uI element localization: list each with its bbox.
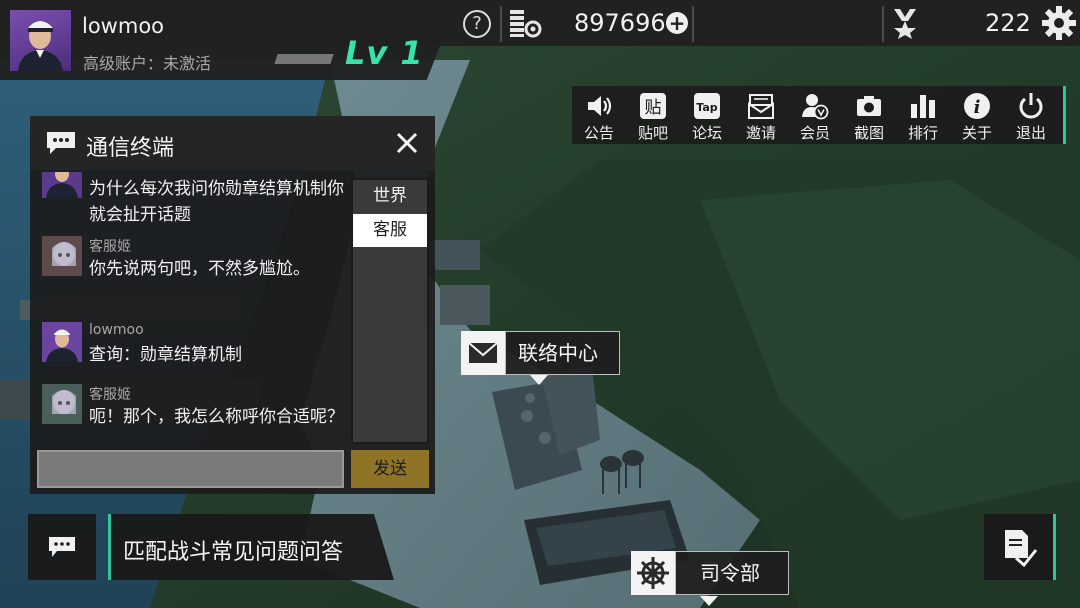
coins-value: 897696	[574, 9, 666, 37]
menu-item-label: 退出	[1015, 124, 1046, 142]
info-glyph: i	[974, 97, 981, 118]
map-pin-pointer	[700, 596, 718, 606]
map-pin-pointer	[530, 375, 548, 385]
chat-bubble-icon	[49, 537, 75, 557]
menu-about[interactable]: i 关于	[950, 86, 1004, 144]
message-sender: 客服姬	[89, 387, 131, 403]
menu-invite[interactable]: 邀请	[734, 86, 788, 144]
chat-toggle-button[interactable]	[28, 514, 96, 580]
menu-item-label: 论坛	[691, 124, 722, 142]
medal-icon	[894, 9, 916, 39]
contact-center-label[interactable]: 联络中心	[505, 331, 620, 375]
settings-gear-icon[interactable]	[1042, 6, 1076, 40]
power-icon	[1019, 93, 1043, 119]
help-icon[interactable]: ?	[463, 10, 491, 38]
message-sender: lowmoo	[89, 322, 144, 338]
speaker-icon	[588, 96, 612, 116]
message-avatar	[42, 172, 82, 198]
chat-message: 为什么每次我问你勋章结算机制你就会扯开话题	[42, 172, 348, 225]
tieba-icon: 贴	[640, 93, 666, 119]
menu-screenshot[interactable]: 截图	[842, 86, 896, 144]
headquarters-label[interactable]: 司令部	[675, 551, 789, 595]
add-coins-icon[interactable]: +	[666, 12, 688, 34]
envelope-icon	[468, 342, 498, 363]
tap-icon: Tap	[694, 93, 720, 119]
message-text: 呃！那个，我怎么称呼你合适呢？	[89, 407, 344, 427]
chat-message: 客服姬 呃！那个，我怎么称呼你合适呢？	[42, 384, 348, 442]
camera-icon	[857, 96, 881, 116]
menu-item-label: 截图	[853, 124, 884, 142]
message-avatar	[42, 236, 82, 276]
menu-logout[interactable]: 退出	[1004, 86, 1058, 144]
info-icon: i	[964, 93, 990, 119]
divider	[500, 6, 502, 42]
menu-item-label: 会员	[799, 124, 830, 142]
faq-label: 匹配战斗常见问题问答	[123, 540, 344, 565]
contact-center-marker[interactable]	[461, 331, 505, 375]
menu-member[interactable]: 会员	[788, 86, 842, 144]
tab-customer-service[interactable]: 客服	[353, 214, 427, 247]
divider	[882, 6, 884, 42]
faq-banner[interactable]: 匹配战斗常见问题问答	[108, 514, 394, 580]
tieba-glyph: 贴	[645, 98, 662, 118]
close-icon[interactable]	[394, 130, 420, 156]
menu-item-label: 贴吧	[637, 124, 668, 142]
menu-item-label: 公告	[583, 124, 614, 142]
tab-world[interactable]: 世界	[353, 180, 427, 213]
chat-terminal-panel: 通信终端 为什么每次我问你勋章结算机制你就会扯开话题 客服姬 你先说两句吧，不然…	[30, 116, 435, 494]
menu-item-label: 排行	[907, 124, 938, 142]
chat-input[interactable]	[37, 450, 344, 488]
menu-forum[interactable]: Tap 论坛	[680, 86, 734, 144]
message-text: 查询：勋章结算机制	[89, 345, 242, 365]
member-icon	[802, 94, 829, 120]
message-avatar	[42, 384, 82, 424]
ship-wheel-icon	[637, 557, 669, 589]
menu-announcement[interactable]: 公告	[572, 86, 626, 144]
player-profile-panel[interactable]: lowmoo 高级账户：未激活 Lv 1	[0, 0, 440, 80]
chat-bubble-icon	[47, 132, 75, 154]
message-text: 你先说两句吧，不然多尴尬。	[89, 259, 310, 279]
chat-message-list[interactable]: 为什么每次我问你勋章结算机制你就会扯开话题 客服姬 你先说两句吧，不然多尴尬。	[30, 172, 348, 442]
message-avatar	[42, 322, 82, 362]
menu-item-label: 关于	[961, 124, 992, 142]
menu-tieba[interactable]: 贴 贴吧	[626, 86, 680, 144]
medals-value: 222	[985, 9, 1031, 37]
message-sender: 客服姬	[89, 239, 131, 255]
player-avatar[interactable]	[10, 10, 71, 71]
coins-icon	[510, 10, 542, 38]
headquarters-marker[interactable]	[631, 551, 675, 595]
invite-icon	[748, 94, 774, 119]
chat-message: 客服姬 你先说两句吧，不然多尴尬。	[42, 236, 348, 308]
task-list-button[interactable]	[984, 514, 1056, 580]
player-level: Lv 1	[345, 34, 424, 72]
tap-glyph: Tap	[696, 101, 718, 114]
menu-item-label: 邀请	[745, 124, 776, 142]
message-text: 为什么每次我问你勋章结算机制你就会扯开话题	[89, 179, 344, 225]
ranking-icon	[911, 95, 935, 118]
checklist-icon	[1005, 530, 1038, 568]
chat-title: 通信终端	[86, 136, 175, 161]
channel-tabs: 世界 客服	[351, 178, 429, 444]
player-username: lowmoo	[82, 14, 165, 38]
divider	[692, 6, 694, 42]
menu-ranking[interactable]: 排行	[896, 86, 950, 144]
send-button[interactable]: 发送	[351, 450, 429, 488]
chat-header: 通信终端	[30, 116, 435, 170]
main-menu-bar: 公告 贴 贴吧 Tap 论坛 邀请 会员 截图 排行 i 关于 退出	[572, 86, 1066, 144]
chat-message: lowmoo 查询：勋章结算机制	[42, 322, 348, 382]
premium-account-status[interactable]: 高级账户：未激活	[83, 50, 211, 74]
experience-bar	[274, 54, 334, 64]
